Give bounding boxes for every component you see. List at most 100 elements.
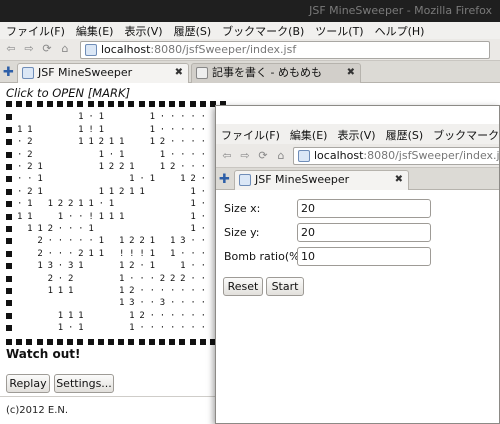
close-tab-icon[interactable]: ✖ xyxy=(347,64,355,82)
board-cell[interactable]: 2 xyxy=(169,161,176,173)
board-cell[interactable]: 1 xyxy=(16,211,23,223)
board-cell[interactable]: · xyxy=(169,111,176,123)
board-cell[interactable]: 1 xyxy=(37,173,44,185)
bomb-ratio-input[interactable]: 10 xyxy=(297,247,431,266)
board-cell[interactable]: · xyxy=(190,297,197,309)
board-cell[interactable]: · xyxy=(169,136,176,148)
board-cell[interactable]: 1 xyxy=(77,198,84,210)
forward-icon[interactable]: ⇨ xyxy=(22,42,36,56)
tab-minesweeper[interactable]: JSF MineSweeper ✖ xyxy=(17,63,189,83)
board-cell[interactable]: 1 xyxy=(88,223,95,235)
board-cell[interactable]: · xyxy=(16,198,23,210)
board-cell[interactable]: 1 xyxy=(118,273,125,285)
popup-menu-bookmarks[interactable]: ブックマーク(B) xyxy=(428,124,499,143)
board-cell[interactable]: · xyxy=(200,186,207,198)
board-cell[interactable]: · xyxy=(190,235,197,247)
board-cell[interactable]: · xyxy=(57,248,64,260)
board-cell[interactable]: · xyxy=(149,310,156,322)
board-cell[interactable]: · xyxy=(190,124,197,136)
menu-tools[interactable]: ツール(T) xyxy=(309,22,368,39)
board-cell[interactable]: 1 xyxy=(47,198,54,210)
board-cell[interactable]: 1 xyxy=(190,198,197,210)
board-cell[interactable]: · xyxy=(179,248,186,260)
board-cell[interactable]: · xyxy=(16,186,23,198)
board-cell[interactable]: · xyxy=(139,173,146,185)
board-cell[interactable]: · xyxy=(67,223,74,235)
board-cell[interactable]: 3 xyxy=(67,260,74,272)
board-cell[interactable]: 1 xyxy=(37,223,44,235)
board-cell[interactable]: 1 xyxy=(77,136,84,148)
board-cell[interactable]: · xyxy=(190,161,197,173)
board-cell[interactable]: · xyxy=(67,248,74,260)
board-cell[interactable]: 2 xyxy=(128,235,135,247)
board-cell[interactable]: 2 xyxy=(128,260,135,272)
board-cell[interactable]: · xyxy=(57,223,64,235)
close-tab-icon[interactable]: ✖ xyxy=(175,64,183,82)
board-cell[interactable]: 1 xyxy=(149,124,156,136)
popup-new-tab-icon[interactable]: ✚ xyxy=(219,172,230,187)
board-cell[interactable]: · xyxy=(169,124,176,136)
menu-bookmarks[interactable]: ブックマーク(B) xyxy=(216,22,309,39)
board-cell[interactable]: · xyxy=(77,223,84,235)
board-cell[interactable]: 1 xyxy=(108,136,115,148)
board-cell[interactable]: · xyxy=(190,136,197,148)
back-icon[interactable]: ⇦ xyxy=(4,42,18,56)
board-cell[interactable]: ! xyxy=(88,211,95,223)
board-cell[interactable]: 1 xyxy=(88,136,95,148)
board-cell[interactable]: 1 xyxy=(159,149,166,161)
board-cell[interactable]: 1 xyxy=(98,248,105,260)
board-cell[interactable]: 2 xyxy=(118,186,125,198)
board-cell[interactable]: · xyxy=(179,161,186,173)
board-cell[interactable]: 2 xyxy=(57,198,64,210)
board-cell[interactable]: 1 xyxy=(118,149,125,161)
board-cell[interactable]: · xyxy=(169,285,176,297)
board-cell[interactable]: · xyxy=(67,211,74,223)
board-cell[interactable]: · xyxy=(139,285,146,297)
board-cell[interactable]: 1 xyxy=(37,260,44,272)
board-cell[interactable]: · xyxy=(190,248,197,260)
board-cell[interactable]: 2 xyxy=(128,285,135,297)
board-cell[interactable]: 1 xyxy=(26,124,33,136)
board-cell[interactable]: · xyxy=(169,310,176,322)
board-cell[interactable]: 1 xyxy=(98,149,105,161)
board-cell[interactable]: 2 xyxy=(190,173,197,185)
board-cell[interactable]: 1 xyxy=(149,248,156,260)
board-cell[interactable]: 1 xyxy=(118,136,125,148)
board-cell[interactable]: 1 xyxy=(26,198,33,210)
board-cell[interactable]: 2 xyxy=(108,161,115,173)
board-cell[interactable]: 3 xyxy=(159,297,166,309)
board-cell[interactable]: 2 xyxy=(26,186,33,198)
board-cell[interactable]: · xyxy=(200,111,207,123)
reload-icon[interactable]: ⟳ xyxy=(40,42,54,56)
board-cell[interactable]: 1 xyxy=(26,211,33,223)
board-cell[interactable]: · xyxy=(47,248,54,260)
board-cell[interactable]: ! xyxy=(118,248,125,260)
board-cell[interactable]: · xyxy=(77,211,84,223)
board-cell[interactable]: · xyxy=(159,124,166,136)
board-cell[interactable]: 1 xyxy=(128,173,135,185)
board-cell[interactable]: 2 xyxy=(26,149,33,161)
board-cell[interactable]: · xyxy=(200,198,207,210)
board-cell[interactable]: 1 xyxy=(108,198,115,210)
board-cell[interactable]: · xyxy=(200,173,207,185)
board-cell[interactable]: · xyxy=(200,124,207,136)
board-cell[interactable]: 1 xyxy=(98,211,105,223)
board-cell[interactable]: · xyxy=(139,260,146,272)
board-cell[interactable]: 1 xyxy=(47,285,54,297)
board-cell[interactable]: 1 xyxy=(108,186,115,198)
board-cell[interactable]: 2 xyxy=(47,223,54,235)
board-cell[interactable]: · xyxy=(190,111,197,123)
board-cell[interactable]: 1 xyxy=(57,322,64,334)
board-cell[interactable]: · xyxy=(200,223,207,235)
popup-forward-icon[interactable]: ⇨ xyxy=(238,149,252,163)
board-cell[interactable]: · xyxy=(88,111,95,123)
board-cell[interactable]: 2 xyxy=(139,235,146,247)
board-cell[interactable]: · xyxy=(16,161,23,173)
board-cell[interactable]: 1 xyxy=(149,111,156,123)
board-cell[interactable]: · xyxy=(57,260,64,272)
board-cell[interactable]: · xyxy=(190,285,197,297)
board-cell[interactable]: 1 xyxy=(118,285,125,297)
board-cell[interactable]: 2 xyxy=(169,273,176,285)
popup-reload-icon[interactable]: ⟳ xyxy=(256,149,270,163)
board-cell[interactable]: · xyxy=(159,322,166,334)
